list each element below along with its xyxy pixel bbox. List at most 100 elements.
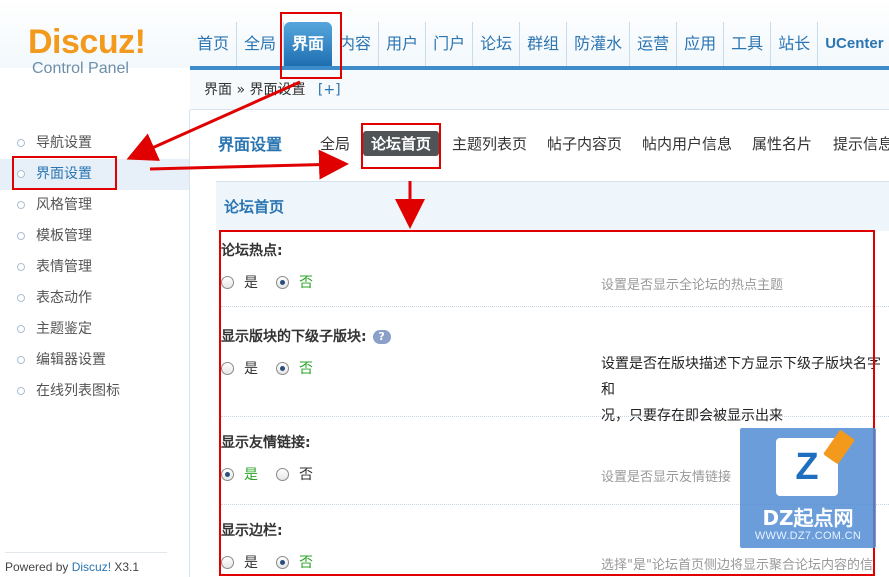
sidebar-item-interface-settings[interactable]: 界面设置 (0, 159, 189, 190)
radio-label: 否 (299, 555, 313, 571)
topnav-portal[interactable]: 门户 (426, 22, 474, 66)
radio-yes[interactable]: 是 (221, 552, 258, 572)
bullet-icon (17, 294, 25, 302)
powered-by: Powered by Discuz! X3.1 (5, 560, 139, 574)
tab-post-user-info[interactable]: 帖内用户信息 (642, 133, 732, 154)
tab-thread-list[interactable]: 主题列表页 (452, 133, 527, 154)
section-title: 论坛首页 (224, 198, 285, 216)
logo-main-text: Discuz! (28, 23, 146, 61)
topnav-users[interactable]: 用户 (379, 22, 427, 66)
breadcrumb-text: 界面 » 界面设置 (204, 82, 306, 98)
topnav-apps[interactable]: 应用 (677, 22, 725, 66)
section-header: 论坛首页 (216, 181, 889, 231)
radio-icon (276, 467, 289, 481)
radio-checked-icon (276, 361, 289, 375)
sidebar-item-label: 风格管理 (36, 197, 92, 213)
topnav-home[interactable]: 首页 (190, 22, 238, 66)
radio-checked-icon (221, 467, 234, 481)
topnav-ucenter[interactable]: UCenter (818, 22, 889, 66)
sidebar-item-navigation[interactable]: 导航设置 (0, 128, 189, 159)
topnav-tools[interactable]: 工具 (724, 22, 772, 66)
radio-label: 是 (244, 361, 258, 377)
admin-window: Discuz! Control Panel 首页 全局 界面 内容 用户 门户 … (0, 0, 889, 577)
radio-label: 否 (299, 467, 313, 483)
sidebar-item-label: 界面设置 (36, 166, 92, 182)
setting-description: 设置是否显示全论坛的热点主题 (601, 278, 784, 293)
sidebar: 导航设置 界面设置 风格管理 模板管理 表情管理 表态动作 主题鉴定 编辑器设置… (0, 110, 190, 577)
bullet-icon (17, 356, 25, 364)
setting-forum-hot: 论坛热点: 是 否 设置是否显示全论坛的热点主题 (221, 231, 889, 307)
setting-label: 论坛热点: (221, 243, 283, 259)
sidebar-item-styles[interactable]: 风格管理 (0, 190, 189, 221)
settings-tabs: 界面设置 全局 论坛首页 主题列表页 帖子内容页 帖内用户信息 属性名片 提示信… (191, 125, 889, 165)
sidebar-item-templates[interactable]: 模板管理 (0, 221, 189, 252)
powered-prefix: Powered by (5, 560, 72, 574)
radio-label: 是 (244, 275, 258, 291)
bullet-icon (17, 170, 25, 178)
radio-label: 否 (299, 361, 313, 377)
radio-no[interactable]: 否 (276, 464, 313, 484)
sidebar-item-thread-stamps[interactable]: 主题鉴定 (0, 314, 189, 345)
sidebar-item-editor[interactable]: 编辑器设置 (0, 345, 189, 376)
setting-options: 是 否 设置是否显示全论坛的热点主题 (221, 265, 889, 305)
sidebar-item-actions[interactable]: 表态动作 (0, 283, 189, 314)
setting-show-subforums: 显示版块的下级子版块:? 是 否 设置是否在版块描述下方显示下级子版块名字和 况，… (221, 307, 889, 424)
watermark-url: WWW.DZ7.COM.CN (754, 530, 862, 542)
topnav-groups[interactable]: 群组 (520, 22, 568, 66)
sidebar-item-label: 模板管理 (36, 228, 92, 244)
add-shortcut-button[interactable]: [+] (318, 82, 341, 98)
bullet-icon (17, 139, 25, 147)
radio-label: 否 (299, 275, 313, 291)
topnav-webmaster[interactable]: 站长 (771, 22, 819, 66)
radio-yes[interactable]: 是 (221, 272, 258, 292)
sidebar-item-label: 导航设置 (36, 135, 92, 151)
tab-messages[interactable]: 提示信息 (833, 133, 889, 154)
topnav-content[interactable]: 内容 (332, 22, 380, 66)
page-title: 界面设置 (218, 135, 283, 154)
radio-icon (221, 555, 234, 569)
bullet-icon (17, 232, 25, 240)
tab-forum-home[interactable]: 论坛首页 (363, 131, 440, 156)
breadcrumb: 界面 » 界面设置 [+] (190, 70, 889, 110)
watermark-name: DZ起点网 (762, 506, 854, 530)
watermark-mark: Z (795, 446, 819, 488)
radio-checked-icon (276, 555, 289, 569)
top-navigation: 首页 全局 界面 内容 用户 门户 论坛 群组 防灌水 运营 应用 工具 站长 … (190, 22, 889, 66)
discuz-logo[interactable]: Discuz! Control Panel (28, 23, 146, 78)
tab-profile-card[interactable]: 属性名片 (752, 133, 812, 154)
sidebar-item-label: 编辑器设置 (36, 352, 106, 368)
sidebar-item-smilies[interactable]: 表情管理 (0, 252, 189, 283)
powered-version: X3.1 (111, 560, 140, 574)
radio-label: 是 (244, 555, 258, 571)
setting-options: 是 否 设置是否在版块描述下方显示下级子版块名字和 况，只要存在即会被显示出来 (221, 351, 889, 424)
radio-no[interactable]: 否 (276, 358, 313, 378)
radio-no[interactable]: 否 (276, 272, 313, 292)
description-line-1: 设置是否在版块描述下方显示下级子版块名字和 (601, 356, 881, 398)
topnav-operations[interactable]: 运营 (630, 22, 678, 66)
bullet-icon (17, 387, 25, 395)
setting-options: 是 否 选择"是"论坛首页侧边将显示聚合论坛内容的信 (221, 545, 889, 577)
powered-brand-link[interactable]: Discuz! (72, 560, 111, 574)
tab-global[interactable]: 全局 (320, 133, 350, 154)
radio-no[interactable]: 否 (276, 552, 313, 572)
header: Discuz! Control Panel 首页 全局 界面 内容 用户 门户 … (0, 0, 889, 77)
topnav-forum[interactable]: 论坛 (473, 22, 521, 66)
bullet-icon (17, 325, 25, 333)
tab-post-content[interactable]: 帖子内容页 (547, 133, 622, 154)
sidebar-divider (5, 552, 167, 553)
topnav-antispam[interactable]: 防灌水 (567, 22, 631, 66)
pen-icon (823, 429, 855, 465)
radio-icon (221, 275, 234, 289)
topnav-global[interactable]: 全局 (237, 22, 285, 66)
bullet-icon (17, 263, 25, 271)
sidebar-item-label: 主题鉴定 (36, 321, 92, 337)
setting-label: 显示版块的下级子版块:? (221, 317, 889, 351)
sidebar-item-label: 表态动作 (36, 290, 92, 306)
watermark-logo-icon: Z (776, 429, 855, 496)
radio-yes[interactable]: 是 (221, 358, 258, 378)
sidebar-item-label: 表情管理 (36, 259, 92, 275)
question-bubble-icon[interactable]: ? (372, 330, 391, 344)
radio-yes[interactable]: 是 (221, 464, 258, 484)
topnav-interface[interactable]: 界面 (284, 22, 333, 66)
sidebar-item-online-icons[interactable]: 在线列表图标 (0, 376, 189, 407)
